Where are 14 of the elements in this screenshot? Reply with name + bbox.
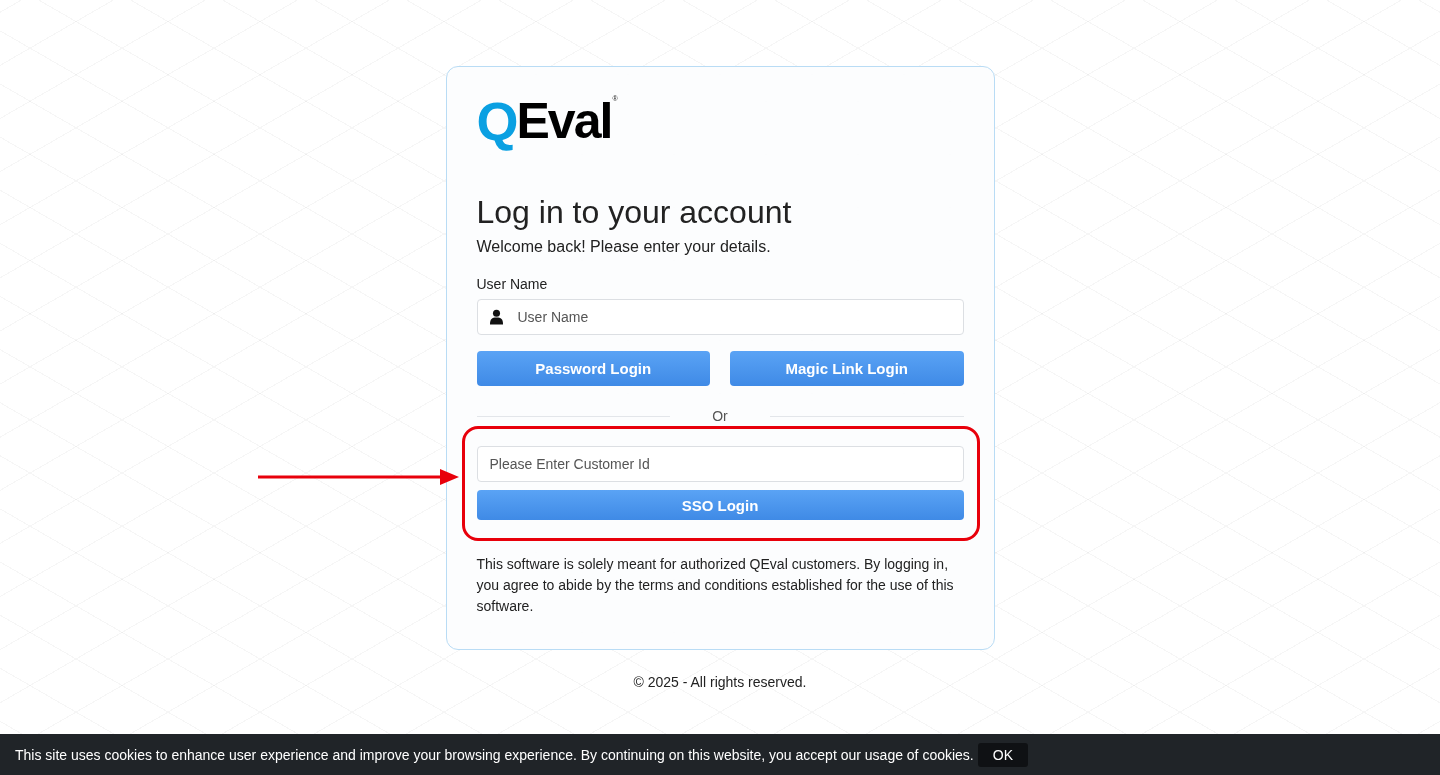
page-title: Log in to your account xyxy=(476,193,793,231)
ok-button[interactable]: OK xyxy=(977,742,1028,767)
sso-login-button[interactable]: SSO Login xyxy=(476,490,964,520)
field-label: User Name xyxy=(476,275,549,293)
login-button[interactable]: Password Login xyxy=(476,351,710,386)
subtitle: Welcome back! Please enter your details. xyxy=(476,237,772,257)
notice-text: This software is solely meant for authorized QEval customers. By logging in, you agree to abide by the terms and conditions established for the use of this software. xyxy=(476,555,955,616)
username-field[interactable]: User Name xyxy=(476,299,964,335)
copyright-text: © 2025 - All rights reserved. xyxy=(633,674,807,690)
customer-id-field[interactable]: Please Enter Customer Id xyxy=(476,446,964,482)
logo-text: Eval xyxy=(516,95,612,147)
divider-text: Or xyxy=(711,408,729,424)
login-button[interactable]: Magic Link Login xyxy=(730,351,964,386)
cookie-text: This site uses cookies to enhance user experience and improve your browsing experience. By continuing on this website, you accept our usage of cookies. xyxy=(15,746,974,763)
